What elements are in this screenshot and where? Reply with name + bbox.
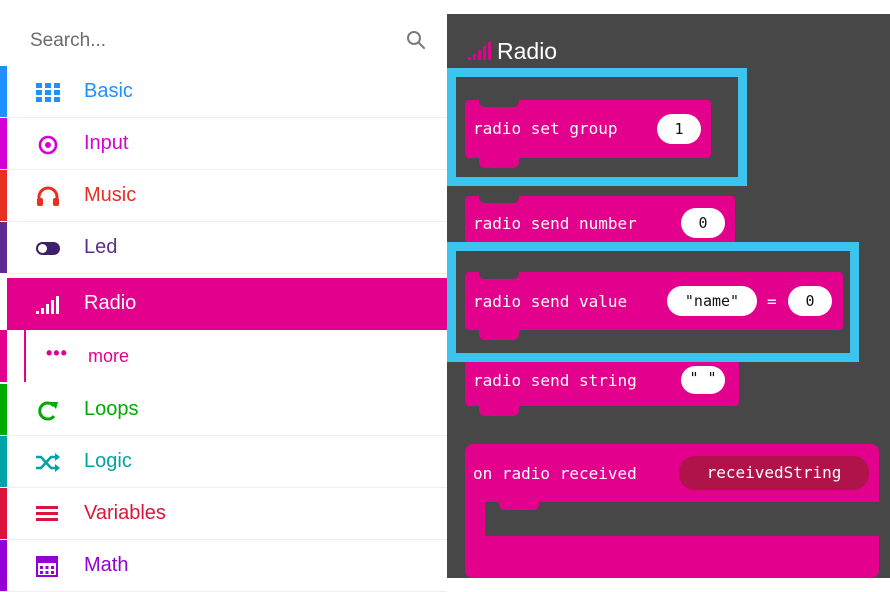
- category-color-bar: [0, 330, 7, 382]
- category-label: Basic: [84, 80, 133, 102]
- search-box: [0, 0, 447, 66]
- category-more[interactable]: ••• more: [24, 330, 447, 382]
- category-label: Math: [84, 554, 129, 576]
- block-label: radio send string: [473, 371, 637, 390]
- block-label: radio send number: [473, 214, 637, 233]
- toggle-icon: [36, 242, 60, 255]
- category-radio[interactable]: Radio: [7, 278, 447, 330]
- headphones-icon: [37, 186, 59, 206]
- loop-icon: [38, 401, 58, 421]
- shuffle-icon: [36, 453, 60, 472]
- category-color-bar: [0, 66, 7, 117]
- category-label: Input: [84, 132, 129, 154]
- category-logic[interactable]: Logic: [0, 436, 447, 488]
- number-input[interactable]: 0: [681, 208, 725, 238]
- category-loops[interactable]: Loops: [0, 384, 447, 436]
- grid-icon: [36, 83, 60, 102]
- search-input[interactable]: [30, 28, 390, 54]
- category-color-bar: [0, 170, 7, 221]
- block-notch: [479, 195, 519, 203]
- block-label: on radio received: [473, 464, 637, 483]
- category-input[interactable]: Input: [0, 118, 447, 170]
- category-label: Logic: [84, 450, 132, 472]
- block-radio-send-string[interactable]: radio send string " ": [465, 360, 739, 406]
- category-basic[interactable]: Basic: [0, 66, 447, 118]
- category-color-bar: [0, 384, 7, 435]
- category-color-bar: [0, 540, 7, 591]
- category-color-bar: [0, 222, 7, 273]
- toolbox: Basic Input Music Led: [0, 0, 447, 592]
- category-label: Led: [84, 236, 118, 258]
- block-nub: [479, 406, 519, 416]
- lines-icon: [36, 506, 58, 521]
- search-icon[interactable]: [404, 28, 428, 52]
- category-variables[interactable]: Variables: [0, 488, 447, 540]
- flyout-title: Radio: [497, 38, 558, 64]
- highlight-frame-send-value: [447, 242, 859, 362]
- category-label: Radio: [84, 292, 137, 314]
- received-string-variable[interactable]: receivedString: [679, 456, 869, 490]
- calculator-icon: [36, 556, 58, 577]
- category-math[interactable]: Math: [0, 540, 447, 592]
- block-on-radio-received[interactable]: on radio received receivedString: [465, 444, 879, 578]
- more-label: more: [88, 346, 130, 366]
- highlight-frame-set-group: [447, 68, 747, 186]
- block-notch: [499, 502, 539, 510]
- signal-bars-icon: [36, 296, 59, 314]
- category-label: Variables: [84, 502, 166, 524]
- category-led[interactable]: Led: [0, 222, 447, 274]
- target-icon: [38, 135, 58, 155]
- category-label: Music: [84, 184, 137, 206]
- signal-bars-icon: [468, 42, 491, 60]
- more-dots-icon: •••: [46, 343, 68, 363]
- category-music[interactable]: Music: [0, 170, 447, 222]
- category-color-bar: [0, 118, 7, 169]
- string-input[interactable]: " ": [681, 366, 725, 394]
- category-color-bar: [0, 436, 7, 487]
- category-color-bar: [0, 488, 7, 539]
- statement-slot: [485, 502, 879, 536]
- category-label: Loops: [84, 398, 139, 420]
